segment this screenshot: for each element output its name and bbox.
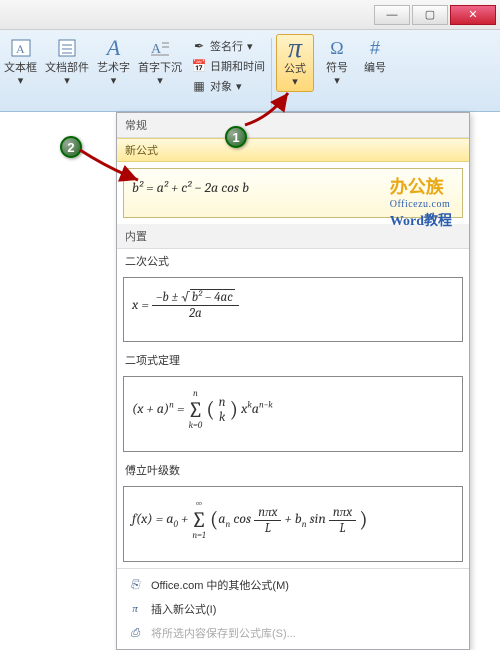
dropdown-footer: ⎘ Office.com 中的其他公式(M) π 插入新公式(I) ⎙ 将所选内… [117,568,469,649]
symbol-button[interactable]: Ω 符号▾ [318,34,356,90]
logo-text-1a: 办公 [390,177,426,197]
office-more-button[interactable]: ⎘ Office.com 中的其他公式(M) [117,573,469,597]
textbox-button[interactable]: A 文本框▾ [0,34,41,90]
ribbon: A 文本框▾ 文档部件▾ A 艺术字▾ A 首字下沉▾ ✒ 签名行 ▾ 📅 日期… [0,30,500,112]
wordart-icon: A [102,36,126,60]
pi-icon: π [283,37,307,61]
signature-icon: ✒ [192,39,206,53]
number-button[interactable]: # 编号 [356,34,394,77]
new-formula-box[interactable]: b² = a² + c² − 2a cos b 办公族 Officezu.com… [123,168,463,218]
wordart-button[interactable]: A 艺术字▾ [93,34,134,90]
symbol-label: 符号 [326,62,348,74]
object-icon: ▦ [192,79,206,93]
signature-label: 签名行 [210,38,243,54]
quadratic-formula: x = −b ± b² − 4ac 2a [132,296,239,313]
dropdown-header: 常规 [117,113,469,138]
quadratic-box[interactable]: x = −b ± b² − 4ac 2a [123,277,463,342]
svg-text:A: A [16,42,25,56]
binomial-box[interactable]: (x + a)n = n∑k=0 (nk) xkan−k [123,376,463,452]
binomial-formula: (x + a)n = n∑k=0 (nk) xkan−k [132,400,273,417]
insert-new-label: 插入新公式(I) [151,601,216,617]
equation-label: 公式 [284,63,306,75]
equation-dropdown: 常规 新公式 b² = a² + c² − 2a cos b 办公族 Offic… [116,112,470,650]
callout-2: 2 [60,136,82,158]
minimize-button[interactable]: — [374,5,410,25]
close-button[interactable]: ✕ [450,5,496,25]
parts-label: 文档部件 [45,62,89,74]
office-icon: ⎘ [127,579,143,592]
window-titlebar: — ▢ ✕ [0,0,500,30]
datetime-button[interactable]: 📅 日期和时间 [192,58,265,74]
insert-small-group: ✒ 签名行 ▾ 📅 日期和时间 ▦ 对象 ▾ [186,34,271,98]
fourier-box[interactable]: f(x) = a0 + ∞∑n=1 (an cos nπxL + bn sin … [123,486,463,562]
category-quadratic: 二次公式 [117,249,469,271]
pi-small-icon: π [127,603,143,615]
logo-text-1b: 族 [426,177,444,197]
watermark-logo: 办公族 Officezu.com Word教程 [390,173,452,230]
office-more-label: Office.com 中的其他公式(M) [151,577,289,593]
equation-button[interactable]: π 公式▾ [276,34,314,92]
category-binomial: 二项式定理 [117,348,469,370]
new-formula-header: 新公式 [117,138,469,162]
parts-icon [55,36,79,60]
separator [271,38,272,108]
callout-1: 1 [225,126,247,148]
number-label: 编号 [364,62,386,74]
category-fourier: 傅立叶级数 [117,458,469,480]
fourier-formula: f(x) = a0 + ∞∑n=1 (an cos nπxL + bn sin … [132,510,368,527]
logo-text-2: Officezu.com [390,199,452,210]
parts-button[interactable]: 文档部件▾ [41,34,93,90]
signature-button[interactable]: ✒ 签名行 ▾ [192,38,265,54]
wordart-label: 艺术字 [97,62,130,74]
object-label: 对象 [210,78,232,94]
calendar-icon: 📅 [192,59,206,73]
logo-text-3: Word教程 [390,210,452,230]
hash-icon: # [363,36,387,60]
new-formula-text: b² = a² + c² − 2a cos b [132,179,249,196]
textbox-label: 文本框 [4,62,37,74]
dropcap-button[interactable]: A 首字下沉▾ [134,34,186,90]
datetime-label: 日期和时间 [210,58,265,74]
omega-icon: Ω [325,36,349,60]
save-to-gallery-button: ⎙ 将所选内容保存到公式库(S)... [117,621,469,645]
save-icon: ⎙ [127,627,143,640]
dropcap-label: 首字下沉 [138,62,182,74]
maximize-button[interactable]: ▢ [412,5,448,25]
textbox-icon: A [9,36,33,60]
object-button[interactable]: ▦ 对象 ▾ [192,78,265,94]
dropcap-icon: A [148,36,172,60]
insert-new-button[interactable]: π 插入新公式(I) [117,597,469,621]
